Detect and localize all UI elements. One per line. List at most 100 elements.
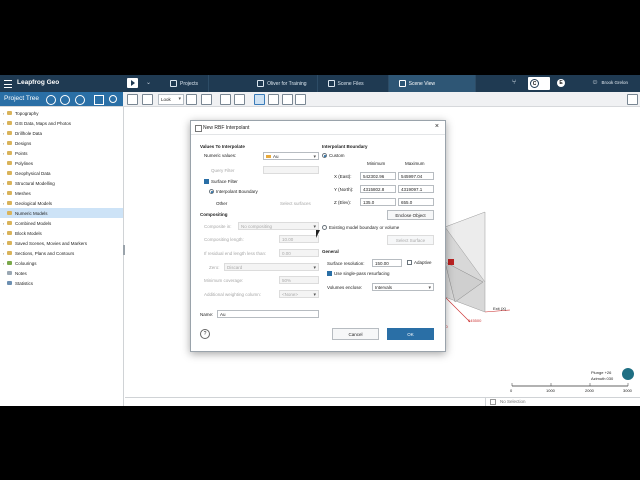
expand-arrow-icon[interactable]: ›	[0, 221, 7, 226]
tab-dropdown-icon[interactable]: ⌄	[146, 79, 151, 86]
tree-item-numeric-models[interactable]: Numeric Models	[0, 208, 123, 218]
tree-item-statistics[interactable]: Statistics	[0, 278, 123, 288]
surface-filter-checkbox[interactable]	[204, 179, 209, 184]
surface-resolution-field[interactable]: 150.00	[372, 259, 402, 267]
tree-item-geophysical[interactable]: Geophysical Data	[0, 168, 123, 178]
tree-item-meshes[interactable]: › Meshes	[0, 188, 123, 198]
screenshot-icon[interactable]	[627, 94, 638, 105]
single-pass-checkbox[interactable]	[327, 271, 332, 276]
slice-icon[interactable]	[186, 94, 197, 105]
tree-view-icon[interactable]	[94, 95, 104, 105]
residual-length-field[interactable]: 0.00	[279, 249, 319, 257]
tree-item-points[interactable]: › Points	[0, 148, 123, 158]
min-coverage-field[interactable]: 50%	[279, 276, 319, 284]
cycle-icon[interactable]	[282, 94, 293, 105]
globe-icon[interactable]	[622, 368, 634, 380]
tree-item-gis[interactable]: › GIS Data, Maps and Photos	[0, 118, 123, 128]
view-icon[interactable]	[127, 94, 138, 105]
expand-arrow-icon[interactable]: ›	[0, 151, 7, 156]
expand-arrow-icon[interactable]: ›	[0, 131, 7, 136]
surface-resolution-value: 150.00	[375, 261, 389, 266]
tree-collapse-icon[interactable]	[60, 95, 70, 105]
composite-in-label: Composite in:	[204, 224, 232, 229]
expand-arrow-icon[interactable]: ›	[0, 241, 7, 246]
tab-projects[interactable]: Projects	[160, 75, 210, 92]
z-max-field[interactable]: 655.0	[398, 198, 434, 206]
tree-item-structural[interactable]: › Structural Modelling	[0, 178, 123, 188]
tree-item-block-models[interactable]: › Block Models	[0, 228, 123, 238]
refresh-status-icon[interactable]: C	[528, 77, 550, 90]
network-icon[interactable]: ⑂	[512, 79, 516, 86]
x-min-field[interactable]: 542302.96	[360, 172, 396, 180]
adaptive-checkbox[interactable]	[407, 260, 412, 265]
expand-arrow-icon[interactable]: ›	[0, 231, 7, 236]
weighting-column-dropdown[interactable]: <None>	[279, 290, 319, 299]
tree-item-polylines[interactable]: Polylines	[0, 158, 123, 168]
help-icon[interactable]: ?	[200, 329, 210, 339]
y-max-field[interactable]: 4319097.1	[398, 185, 434, 193]
zero-mode-dropdown[interactable]: Discard	[224, 263, 319, 272]
tree-item-sections[interactable]: › Sections, Plans and Contours	[0, 248, 123, 258]
play-icon[interactable]	[127, 78, 138, 88]
y-min-field[interactable]: 4315802.8	[360, 185, 396, 193]
composite-length-field[interactable]: 10.00	[279, 235, 319, 243]
pencil-icon[interactable]	[268, 94, 279, 105]
tree-item-topography[interactable]: › Topography	[0, 108, 123, 118]
custom-radio[interactable]	[322, 153, 327, 158]
composite-in-dropdown[interactable]: No compositing	[238, 222, 319, 231]
z-min-field[interactable]: 135.0	[360, 198, 396, 206]
select-surfaces-button[interactable]: Select surfaces	[280, 201, 311, 206]
tree-filter-icon[interactable]	[75, 95, 85, 105]
select-arrow-icon[interactable]	[254, 94, 265, 105]
tree-item-saved-scenes[interactable]: › Saved Scenes, Movies and Markers	[0, 238, 123, 248]
numeric-values-value: Au	[273, 154, 279, 159]
look-dropdown[interactable]: Look	[158, 94, 184, 105]
expand-arrow-icon[interactable]: ›	[0, 141, 7, 146]
draw-icon[interactable]	[201, 94, 212, 105]
tree-item-combined-models[interactable]: › Combined Models	[0, 218, 123, 228]
expand-arrow-icon[interactable]: ›	[0, 261, 7, 266]
boundary-radio[interactable]	[209, 189, 214, 194]
ruler-icon[interactable]	[234, 94, 245, 105]
name-field[interactable]: Au	[217, 310, 319, 318]
tree-item-colourings[interactable]: › Colourings	[0, 258, 123, 268]
select-surface-button[interactable]: Select Surface	[387, 235, 434, 245]
close-icon[interactable]: ×	[435, 123, 439, 130]
ok-button[interactable]: OK	[387, 328, 434, 340]
tab-project[interactable]: Oliver for Training	[209, 75, 318, 92]
tree-item-designs[interactable]: › Designs	[0, 138, 123, 148]
expand-arrow-icon[interactable]: ›	[0, 121, 7, 126]
rotate-icon[interactable]	[220, 94, 231, 105]
volumes-enclose-dropdown[interactable]: Intervals	[372, 283, 434, 292]
tab-scene-view[interactable]: Scene View	[388, 75, 476, 92]
expand-arrow-icon[interactable]: ›	[0, 181, 7, 186]
expand-arrow-icon[interactable]: ›	[0, 111, 7, 116]
user-menu[interactable]: ☺ Brook Grelon	[591, 79, 628, 86]
measure-icon[interactable]	[295, 94, 306, 105]
cancel-button[interactable]: Cancel	[332, 328, 379, 340]
user-avatar-icon[interactable]: E	[557, 79, 565, 87]
tab-scene-files[interactable]: Scene Files	[318, 75, 389, 92]
tree-item-notes[interactable]: Notes	[0, 268, 123, 278]
numeric-values-dropdown[interactable]: Au	[263, 152, 319, 161]
menu-icon[interactable]	[4, 80, 12, 88]
statistics-icon	[7, 281, 12, 285]
query-filter-field[interactable]	[263, 166, 319, 174]
enclose-object-button[interactable]: Enclose Object	[387, 210, 434, 220]
expand-arrow-icon[interactable]: ›	[0, 251, 7, 256]
x-max-field[interactable]: 545997.04	[398, 172, 434, 180]
scene-exit-label: Exit (X)	[493, 306, 507, 311]
folder-icon	[7, 161, 12, 165]
tree-item-label: Topography	[15, 110, 39, 116]
tree-options-icon[interactable]	[46, 95, 56, 105]
expand-arrow-icon[interactable]: ›	[0, 201, 7, 206]
tree-item-label: Notes	[15, 270, 27, 276]
layers-icon[interactable]	[142, 94, 153, 105]
expand-arrow-icon[interactable]: ›	[0, 191, 7, 196]
tab-label: Scene Files	[337, 80, 364, 87]
tree-item-drillhole[interactable]: › Drillhole Data	[0, 128, 123, 138]
tree-item-geological-models[interactable]: › Geological Models	[0, 198, 123, 208]
other-radio-label[interactable]: Other	[216, 201, 227, 206]
search-icon[interactable]	[109, 95, 117, 103]
existing-boundary-radio[interactable]	[322, 225, 327, 230]
